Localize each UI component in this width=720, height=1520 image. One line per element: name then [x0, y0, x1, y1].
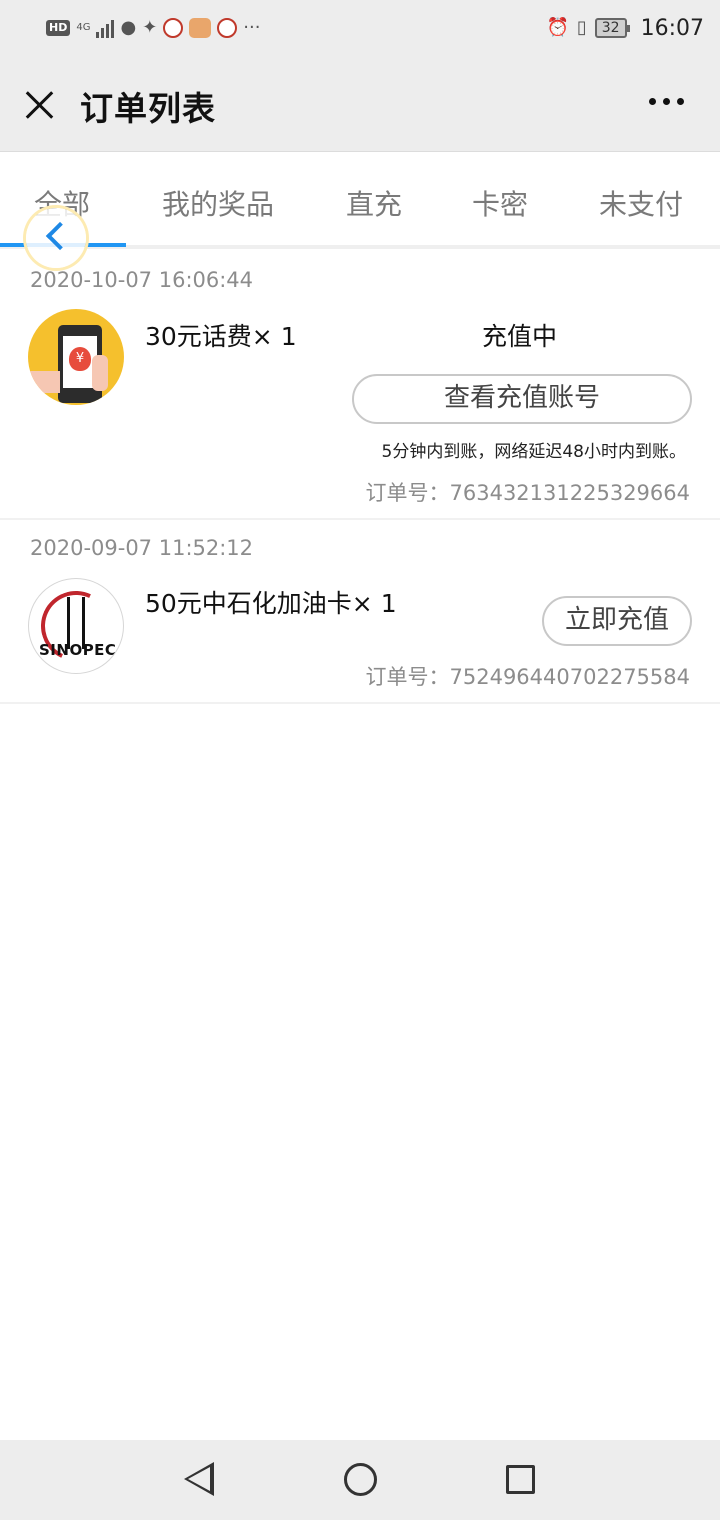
back-icon[interactable]: [184, 1462, 214, 1496]
alipay-icon: ✦: [142, 17, 158, 38]
recents-icon[interactable]: [506, 1465, 535, 1494]
more-notifications-icon: ···: [243, 17, 261, 38]
sinopec-logo: SINOPEC: [28, 578, 124, 674]
order-status: 充值中: [482, 322, 558, 351]
yuan-bag-icon: ¥: [69, 347, 91, 371]
app-icon: [189, 18, 212, 38]
tab-my-prizes[interactable]: 我的奖品: [162, 183, 274, 223]
app-icon: [163, 18, 184, 38]
floating-back-icon[interactable]: [26, 208, 86, 268]
order-product-name: 30元话费× 1: [145, 322, 297, 351]
vibrate-icon: ▯: [576, 17, 587, 38]
network-type: 4G: [76, 22, 91, 33]
sinopec-brand-text: SINOPEC: [39, 641, 117, 659]
tab-card-code[interactable]: 卡密: [472, 183, 528, 223]
system-nav-bar: [0, 1440, 720, 1520]
tab-bar: 全部 我的奖品 直充 卡密 未支付: [0, 153, 720, 249]
hd-icon: HD: [46, 20, 71, 36]
order-number: 订单号：752496440702275584: [365, 665, 691, 689]
app-icon: [217, 18, 238, 38]
alarm-icon: ⏰: [546, 17, 569, 38]
order-delivery-note: 5分钟内到账，网络延迟48小时内到账。: [381, 442, 686, 462]
status-right: ⏰ ▯ 32 16:07: [546, 14, 704, 42]
status-bar: HD 4G ● ✦ ··· ⏰ ▯ 32 16:07: [0, 0, 720, 56]
view-recharge-account-button[interactable]: 查看充值账号: [352, 374, 692, 424]
page-title: 订单列表: [80, 89, 216, 128]
phone-recharge-icon: ¥: [28, 309, 124, 405]
battery-icon: 32: [594, 18, 630, 38]
order-number: 订单号：763432131225329664: [365, 481, 691, 505]
order-time: 2020-09-07 11:52:12: [30, 536, 254, 560]
status-left: HD 4G ● ✦ ···: [46, 14, 260, 42]
title-bar: 订单列表: [0, 56, 720, 152]
wechat-icon: ●: [120, 17, 137, 38]
order-time: 2020-10-07 16:06:44: [30, 268, 254, 292]
tab-direct-recharge[interactable]: 直充: [346, 183, 402, 223]
recharge-now-button[interactable]: 立即充值: [542, 596, 692, 646]
more-icon[interactable]: [649, 98, 684, 105]
clock: 16:07: [640, 15, 704, 41]
order-card: 2020-10-07 16:06:44 ¥ 30元话费× 1 充值中 查看充值账…: [0, 249, 720, 520]
tab-unpaid[interactable]: 未支付: [599, 183, 683, 223]
home-icon[interactable]: [344, 1463, 377, 1496]
order-card: 2020-09-07 11:52:12 SINOPEC 50元中石化加油卡× 1…: [0, 520, 720, 704]
close-icon[interactable]: [22, 86, 58, 122]
order-product-name: 50元中石化加油卡× 1: [145, 589, 397, 618]
signal-icon: [96, 18, 115, 38]
